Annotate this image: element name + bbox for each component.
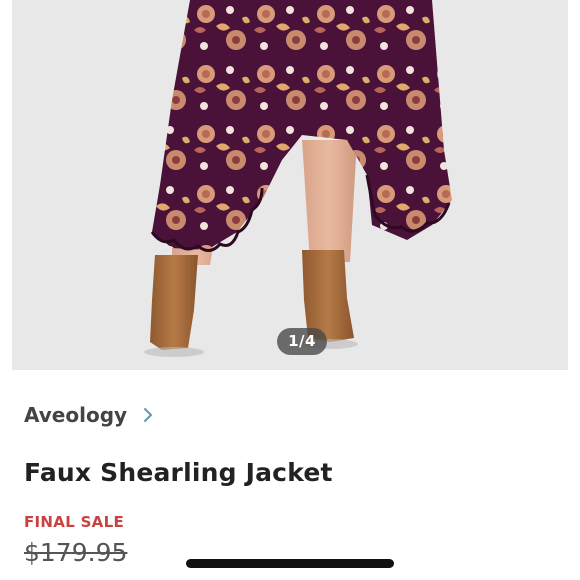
- product-price: $179.95: [24, 538, 128, 567]
- brand-name: Aveology: [24, 403, 128, 427]
- product-image[interactable]: 1/4: [12, 0, 568, 370]
- product-page: 1/4 Aveology Faux Shearling Jacket FINAL…: [0, 0, 580, 580]
- brand-link[interactable]: Aveology: [24, 400, 155, 430]
- image-counter-badge: 1/4: [277, 328, 327, 355]
- product-photo: [144, 0, 452, 357]
- final-sale-badge: FINAL SALE: [24, 513, 124, 531]
- chevron-right-icon: [144, 408, 153, 422]
- product-title: Faux Shearling Jacket: [24, 458, 333, 487]
- home-indicator[interactable]: [186, 559, 394, 568]
